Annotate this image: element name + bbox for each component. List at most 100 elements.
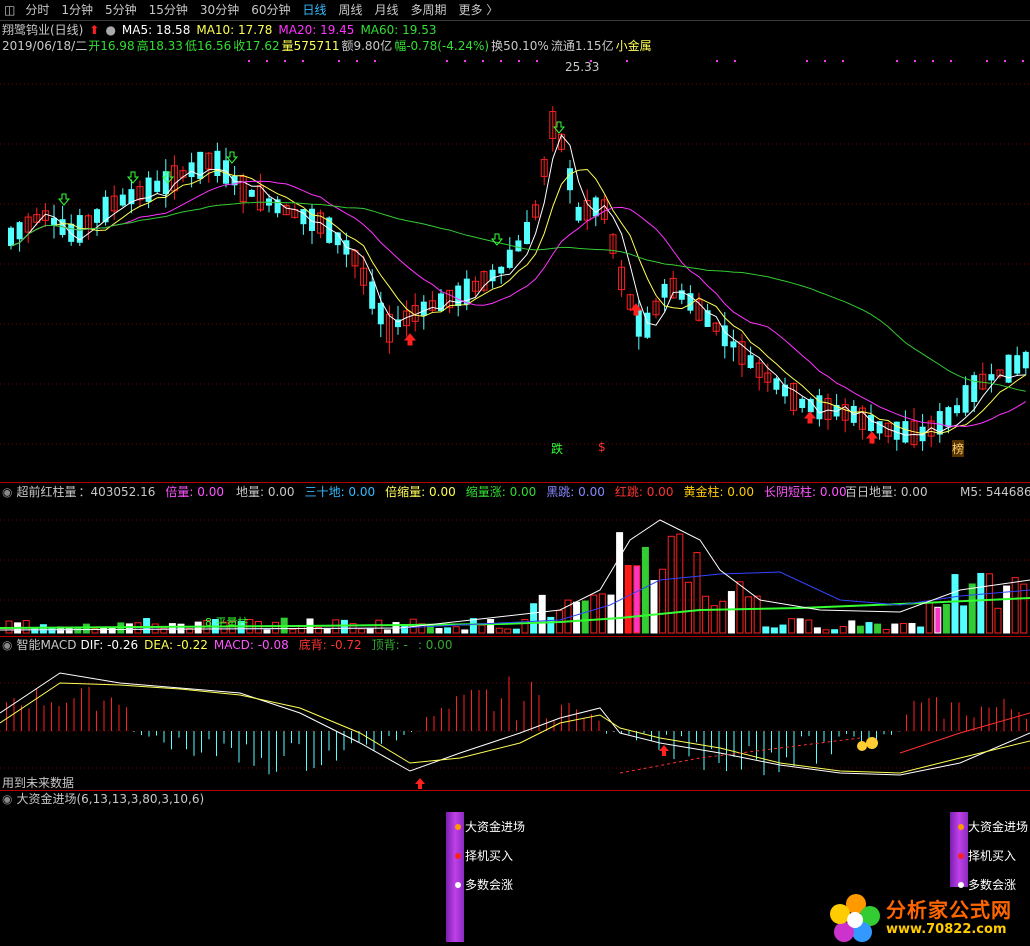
bigfund-label-3: 多数会涨 [465, 878, 514, 892]
volume-bar [934, 606, 942, 634]
candle-body [94, 209, 100, 223]
period-tab-5min[interactable]: 5分钟 [99, 0, 143, 20]
macd-bar [171, 731, 172, 750]
volume-bar [650, 580, 658, 634]
volume-bar [822, 629, 830, 634]
candle-body [945, 407, 952, 428]
macd-bar [328, 731, 330, 751]
volume-bar [960, 605, 968, 634]
macd-bar [876, 731, 877, 740]
moneybag-icon [857, 741, 867, 751]
pingliang-label: 8 平量柱 [205, 616, 249, 629]
top-marker [842, 60, 844, 62]
vol-sanshidi: 三十地: 0.00 [304, 485, 376, 499]
volume-bar [607, 594, 615, 634]
panel-divider [0, 482, 1030, 483]
macd-bar [96, 710, 97, 731]
macd-bar [613, 731, 615, 733]
macd-bar [253, 731, 255, 766]
macd-bar [298, 731, 300, 745]
macd-bar [261, 731, 262, 758]
flower-logo-icon [830, 894, 880, 942]
panel-toggle-icon[interactable]: ◉ [2, 484, 12, 500]
period-tab-weekly[interactable]: 周线 [333, 0, 369, 20]
period-tab-30min[interactable]: 30分钟 [194, 0, 245, 20]
panel-toggle-icon[interactable]: ◉ [2, 791, 12, 807]
candle-body [971, 375, 978, 402]
macd-bar [763, 731, 765, 776]
macd-bar [988, 707, 990, 731]
collapse-icon[interactable]: ◫ [0, 0, 19, 20]
volume-bar [263, 629, 271, 634]
buy-arrow-icon [415, 778, 425, 789]
period-tab-60min[interactable]: 60分钟 [245, 0, 296, 20]
volume-bar [1011, 577, 1019, 634]
macd-bar [456, 696, 457, 731]
macd-bar [486, 689, 487, 731]
top-marker [356, 60, 358, 62]
macd-chart[interactable] [0, 653, 1030, 790]
macd-bar [733, 731, 735, 758]
volume-bar [22, 620, 30, 634]
macd-bar [238, 731, 240, 763]
volume-bar [272, 621, 280, 634]
macd-bar [43, 705, 45, 731]
macd-bar [366, 731, 367, 745]
moving-average-line [10, 168, 1027, 435]
settings-dot-icon[interactable]: ● [105, 22, 115, 38]
volume-bar [942, 603, 950, 634]
period-tab-more[interactable]: 更多 〉 [453, 0, 505, 20]
candle-body [8, 227, 14, 247]
macd-bar [996, 707, 997, 731]
volume-bar [977, 572, 985, 634]
vol-huangjinzhu: 黄金柱: 0.00 [683, 485, 755, 499]
bigfund-annotation: 多数会涨 [455, 876, 513, 893]
macd-bar [178, 731, 180, 738]
vol-diliang: 地量: 0.00 [235, 485, 295, 499]
candle-body [420, 301, 427, 316]
top-marker [950, 60, 952, 62]
period-tab-15min[interactable]: 15分钟 [143, 0, 194, 20]
period-tab-daily[interactable]: 日线 [296, 0, 332, 20]
macd-bar [6, 702, 7, 731]
top-marker [446, 60, 448, 62]
bigfund-annotation: 大资金进场 [958, 818, 1028, 835]
candle-body [188, 162, 195, 178]
macd-bar [351, 731, 352, 744]
macd-bar [246, 731, 247, 745]
macd-bar [51, 702, 52, 731]
candlestick-chart[interactable] [0, 54, 1030, 482]
period-tab-1min[interactable]: 1分钟 [55, 0, 99, 20]
macd-bar [793, 731, 795, 767]
vol-changyin: 长阴短柱: 0.00 [764, 485, 847, 499]
macd-bar [156, 731, 157, 736]
candle-body [1005, 354, 1012, 383]
period-tab-monthly[interactable]: 月线 [369, 0, 405, 20]
macd-bar [666, 731, 667, 735]
bigfund-label-1: 大资金进场 [465, 820, 526, 834]
candle-body [747, 355, 754, 369]
period-tab-multi[interactable]: 多周期 [405, 0, 453, 20]
vol-beisuoliang: 倍缩量: 0.00 [385, 485, 456, 499]
panel-toggle-icon[interactable]: ◉ [2, 637, 12, 653]
candle-body [868, 415, 874, 431]
macd-bar [118, 704, 120, 731]
macd-bar [1018, 711, 1020, 731]
volume-chart[interactable] [0, 500, 1030, 636]
volume-bar [82, 623, 90, 634]
period-tab-fenshi[interactable]: 分时 [19, 0, 55, 20]
ma5-value: MA5: 18.58 [121, 23, 191, 37]
candle-body [730, 341, 737, 348]
volume-bar [968, 583, 976, 634]
macd-bar [493, 711, 495, 731]
top-marker [914, 60, 916, 62]
volume-bar [848, 620, 856, 634]
macd-bar [718, 731, 720, 764]
macd-bar [936, 697, 937, 731]
candle-body [816, 395, 823, 420]
volume-bar [727, 591, 735, 634]
macd-bar [883, 731, 885, 735]
candle-body [16, 222, 23, 240]
volume-bar [125, 623, 133, 634]
candle-body [68, 223, 75, 242]
